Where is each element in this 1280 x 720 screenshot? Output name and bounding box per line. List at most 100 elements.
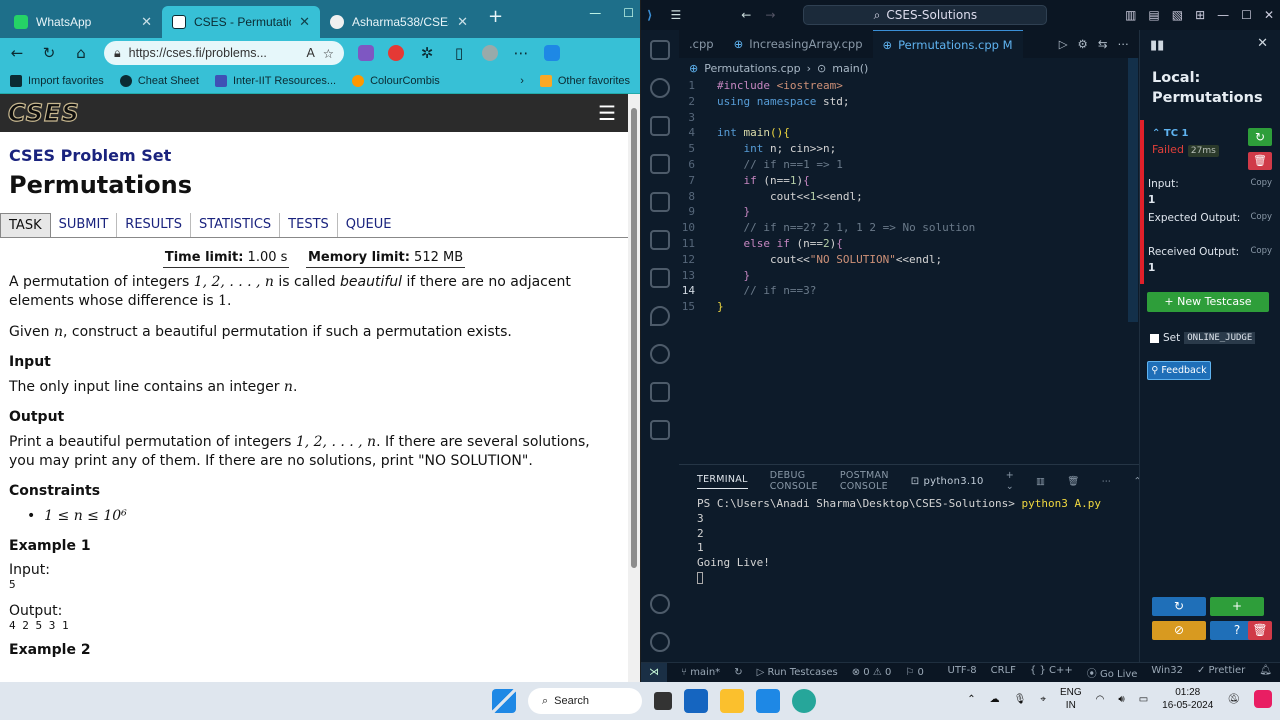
input-field[interactable]: Input: Copy 1 [1148,178,1276,206]
toggle-sidebar-icon[interactable]: ▥ [1125,8,1136,22]
extension-icon[interactable] [358,45,374,61]
copilot-icon[interactable] [544,45,560,61]
read-aloud-icon[interactable]: A [306,46,314,60]
online-judge-toggle[interactable]: Set ONLINE_JUDGE [1150,332,1256,344]
code-line[interactable]: 7 if (n==1){ [679,173,1129,189]
feedback-button[interactable]: ⚲ Feedback [1147,361,1211,380]
page-scrollbar[interactable] [628,94,640,682]
tab-tests[interactable]: TESTS [280,213,338,237]
encoding[interactable]: UTF-8 [948,665,977,680]
go-live[interactable]: ⦿ Go Live [1087,665,1138,680]
tab-submit[interactable]: SUBMIT [51,213,118,237]
taskbar-search[interactable]: ⌕ Search [528,688,642,714]
chevron-right-icon[interactable]: › [520,75,524,87]
puzzle-icon[interactable]: ✲ [418,44,436,62]
browser-tab-cses[interactable]: CSES - Permutations ✕ [162,6,320,38]
tab-postman-console[interactable]: POSTMAN CONSOLE [840,470,889,492]
mic-icon[interactable]: 🎙︎ [1014,694,1027,705]
copy-button[interactable]: Copy [1250,212,1272,222]
start-icon[interactable] [492,689,516,713]
code-line[interactable]: 5 int n; cin>>n; [679,141,1129,157]
code-line[interactable]: 15} [679,299,1129,315]
clock[interactable]: 01:28 16-05-2024 [1162,686,1213,712]
toggle-secondary-icon[interactable]: ▧ [1172,8,1183,22]
menu-icon[interactable]: ☰ [598,101,616,125]
location-icon[interactable]: ⌖ [1040,694,1046,705]
split-terminal-icon[interactable]: ▥ [1036,476,1045,487]
ublock-icon[interactable] [388,45,404,61]
menu-icon[interactable]: ☰ [670,8,681,22]
wifi-icon[interactable]: ◠ [1096,694,1105,705]
split-screen-icon[interactable]: ▯ [450,44,468,62]
language-indicator[interactable]: ENG IN [1060,686,1082,712]
editor-tab-active[interactable]: ⊕ Permutations.cpp M [872,30,1023,58]
home-icon[interactable]: ⌂ [72,44,90,62]
volume-icon[interactable]: 🔊︎ [1118,694,1124,705]
run-debug-icon[interactable] [650,154,670,174]
close-icon[interactable]: ✕ [1257,36,1268,51]
more-icon[interactable]: ⋯ [512,44,530,62]
settings-gear-icon[interactable]: ⚙ [1078,37,1088,51]
close-icon[interactable]: ✕ [141,14,152,30]
back-icon[interactable]: ← [741,8,751,22]
extensions-icon[interactable] [650,192,670,212]
editor-tab[interactable]: .cpp [679,30,724,58]
account-icon[interactable] [650,594,670,614]
editor-scrollbar[interactable] [1128,58,1138,322]
mongodb-icon[interactable] [650,306,670,326]
run-testcases[interactable]: ▷ Run Testcases [757,667,838,678]
code-line[interactable]: 12 cout<<"NO SOLUTION"<<endl; [679,252,1129,268]
browser-tab-github[interactable]: Asharma538/CSES-So ✕ [320,6,478,38]
code-editor[interactable]: 1 #include <iostream> 2 using namespace st… [679,78,1129,315]
docker-icon[interactable] [650,382,670,402]
new-tab-button[interactable]: + [478,6,513,33]
edge-icon[interactable] [792,689,816,713]
profile-avatar[interactable] [482,45,498,61]
vscode-taskbar-icon[interactable] [756,689,780,713]
star-icon[interactable]: ☆ [323,46,334,61]
trash-icon[interactable]: 🗑︎ [1067,476,1079,487]
new-testcase-button[interactable]: + New Testcase [1147,292,1269,312]
minimize-icon[interactable]: — [589,6,601,20]
close-icon[interactable]: ✕ [457,14,468,30]
search-icon[interactable] [650,78,670,98]
delete-testcase-button[interactable]: 🗑︎ [1248,152,1272,170]
code-line[interactable]: 3 [679,110,1129,126]
code-line[interactable]: 1 #include <iostream> [679,78,1129,94]
breadcrumb-symbol[interactable]: main() [832,62,868,75]
file-explorer-icon[interactable] [720,689,744,713]
copilot-icon[interactable] [1254,690,1272,708]
compare-icon[interactable]: ⇆ [1098,37,1108,51]
toggle-panel-icon[interactable]: ▤ [1148,8,1159,22]
maximize-icon[interactable]: ☐ [623,6,634,20]
cses-logo[interactable]: CSES [7,98,80,127]
bookmark-colourcombis[interactable]: ColourCombis [352,74,440,87]
task-view-icon[interactable] [654,692,672,710]
terminal-selector[interactable]: ⊡ python3.10 [911,476,984,487]
tab-results[interactable]: RESULTS [117,213,191,237]
language-mode[interactable]: { } C++ [1030,665,1073,680]
code-line[interactable]: 14 // if n==3? [679,283,1129,299]
store-icon[interactable] [684,689,708,713]
scrollbar-thumb[interactable] [631,108,637,568]
editor-tab[interactable]: ⊕ IncreasingArray.cpp [724,30,873,58]
postman-icon[interactable] [650,344,670,364]
battery-icon[interactable]: ▭ [1139,694,1148,705]
explorer-icon[interactable] [650,40,670,60]
code-line[interactable]: 2 using namespace std; [679,94,1129,110]
add-terminal-icon[interactable]: + ⌄ [1006,470,1014,492]
tab-queue[interactable]: QUEUE [338,213,400,237]
checkbox[interactable] [1150,333,1159,343]
tab-terminal[interactable]: TERMINAL [697,474,748,489]
code-line[interactable]: 10 // if n==2? 2 1, 1 2 => No solution [679,220,1129,236]
problem-set-link[interactable]: CSES Problem Set [9,146,619,165]
forward-icon[interactable]: → [765,8,775,22]
settings-gear-icon[interactable] [650,632,670,652]
expected-output-field[interactable]: Expected Output: Copy [1148,212,1276,224]
ports[interactable]: ⚐ 0 [905,667,924,678]
stop-button[interactable]: ⊘ [1152,621,1206,640]
bookmark-other[interactable]: Other favorites [539,74,630,87]
customize-layout-icon[interactable]: ⊞ [1195,8,1205,22]
tab-statistics[interactable]: STATISTICS [191,213,281,237]
tab-debug-console[interactable]: DEBUG CONSOLE [770,470,818,492]
